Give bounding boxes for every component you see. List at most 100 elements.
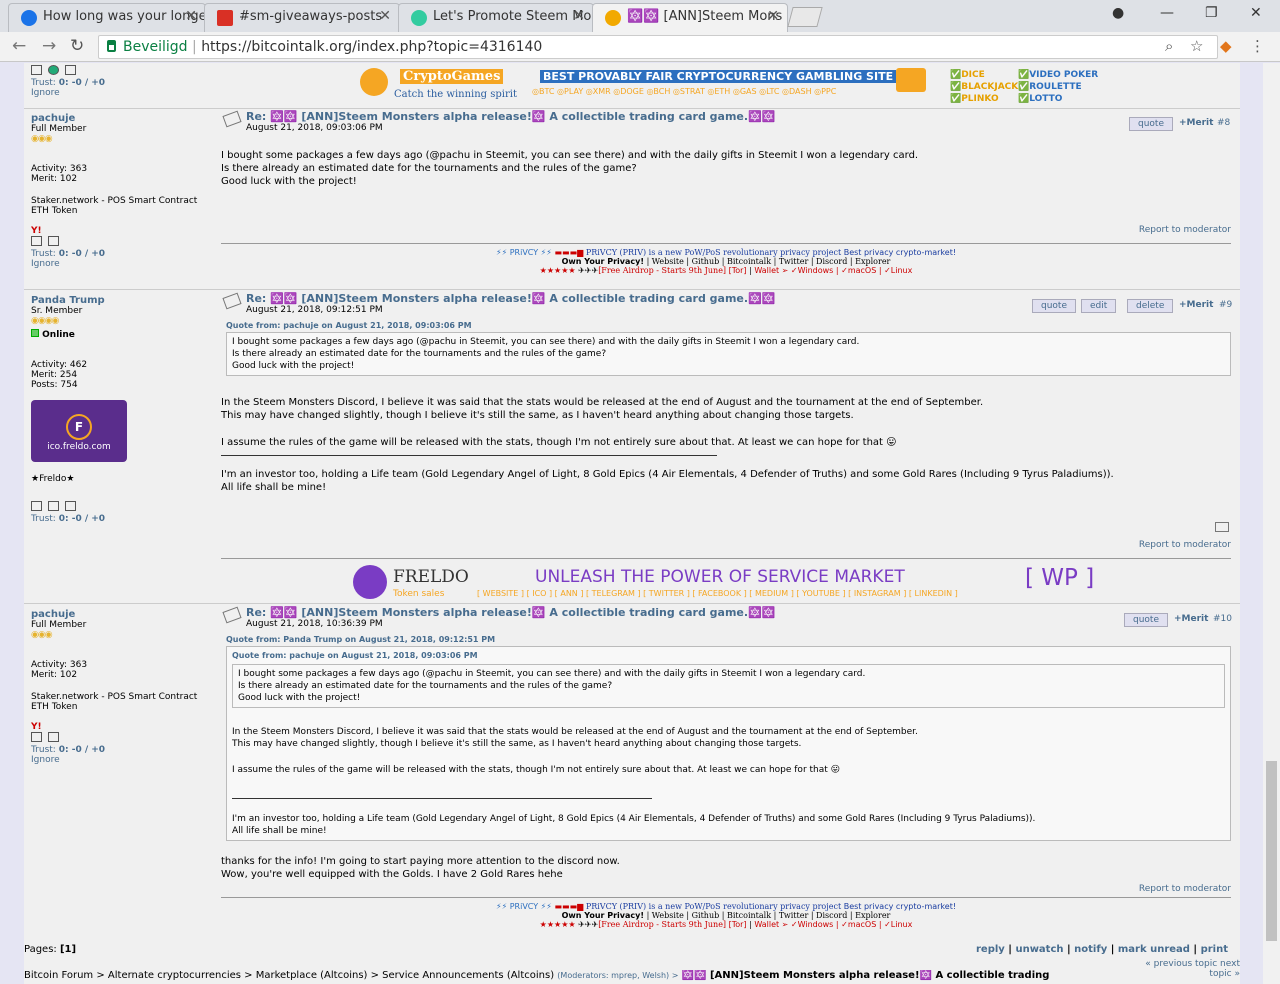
profile-icon[interactable] [31,732,42,742]
zoom-icon[interactable]: ⌕ [1165,37,1173,55]
tab-1[interactable]: How long was your longe ✕ [8,3,206,32]
breadcrumb-topic[interactable]: 🔯🔯 [ANN]Steem Monsters alpha release!🔯 A… [682,970,1050,981]
profile-icon[interactable] [31,501,42,511]
post-title[interactable]: Re: 🔯🔯 [ANN]Steem Monsters alpha release… [221,292,1231,305]
report-link[interactable]: Report to moderator [1139,225,1231,235]
ignore-link[interactable]: Ignore [31,88,216,98]
bookmark-star-icon[interactable]: ☆ [1190,37,1203,55]
message-icon[interactable] [48,236,59,246]
nested-quote-header[interactable]: Quote from: pachuje on August 21, 2018, … [232,650,1225,662]
scrollbar-thumb[interactable] [1266,761,1277,941]
tab-2[interactable]: #sm-giveaways-posts ✕ [204,3,400,32]
quote-header[interactable]: Quote from: pachuje on August 21, 2018, … [226,321,1231,330]
privcy-own: Own Your Privacy! [561,911,645,920]
quote-line: All life shall be mine! [232,826,327,836]
clover-logo-icon [360,68,388,96]
username[interactable]: pachuje [31,113,216,124]
cryptogames-banner[interactable]: CryptoGames Catch the winning spirit BES… [360,65,1098,105]
next-topic-link[interactable]: topic » [1128,969,1240,979]
message-icon[interactable] [65,65,76,75]
forward-icon[interactable]: → [42,36,56,56]
cryptogames-games-2: ✅VIDEO POKER ✅ROULETTE ✅LOTTO [1018,70,1099,104]
new-tab-button[interactable] [787,7,823,27]
metamask-icon[interactable]: ◆ [1220,37,1232,55]
tab-3[interactable]: Let's Promote Steem Mor ✕ [398,3,594,32]
edit-button[interactable]: edit [1081,299,1117,313]
merit-button[interactable]: +Merit [1174,614,1208,624]
report-icon[interactable] [1215,522,1229,532]
reply-link[interactable]: reply [976,944,1005,955]
post-number[interactable]: #9 [1219,300,1232,310]
post-text-line: This may have changed slightly, though I… [221,410,854,421]
privcy-wallet: Wallet ➢ ✓Windows | ✓macOS | ✓Linux [754,266,913,275]
merit-button[interactable]: +Merit [1179,118,1213,128]
close-icon[interactable]: ✕ [379,8,391,24]
user-rank: Sr. Member [31,306,83,316]
close-icon[interactable]: ✕ [573,8,585,24]
url-field[interactable]: Beveiligd | https://bitcointalk.org/inde… [98,35,1218,59]
post-text-line: Wow, you're well equipped with the Golds… [221,869,563,880]
ignore-link[interactable]: Ignore [31,259,216,269]
close-icon[interactable]: ✕ [185,8,197,24]
secure-label: Beveiligd [123,39,188,55]
report-link[interactable]: Report to moderator [1139,884,1231,894]
username[interactable]: pachuje [31,609,216,620]
quote-header[interactable]: Quote from: Panda Trump on August 21, 20… [226,635,1231,644]
poster-info-1: pachuje Full Member ◉◉◉ Activity: 363 Me… [31,113,216,269]
privcy-links: | Website | Github | Bitcointalk | Twitt… [646,257,891,266]
post-text-line: I'm an investor too, holding a Life team… [221,469,1114,480]
breadcrumb-path[interactable]: Bitcoin Forum > Alternate cryptocurrenci… [24,970,554,981]
menu-icon[interactable]: ⋮ [1250,37,1265,55]
unwatch-link[interactable]: unwatch [1015,944,1063,955]
mark-unread-link[interactable]: mark unread [1118,944,1190,955]
message-icon[interactable] [65,501,76,511]
username[interactable]: Panda Trump [31,295,216,306]
cryptogames-coins: ◎BTC ◎PLAY ◎XMR ◎DOGE ◎BCH ◎STRAT ◎ETH ◎… [532,87,837,96]
tab-label: Let's Promote Steem Mor [433,9,594,24]
yahoo-icon[interactable]: Y! [31,722,216,732]
quote-line: I assume the rules of the game will be r… [232,765,841,775]
close-icon[interactable]: ✕ [767,8,779,24]
quote-line: I bought some packages a few days ago (@… [238,669,866,679]
freldo-signature[interactable]: FRELDO Token sales UNLEASH THE POWER OF … [221,558,1231,602]
email-icon[interactable] [48,501,59,511]
report-link[interactable]: Report to moderator [1139,540,1231,550]
quote-button[interactable]: quote [1124,613,1168,627]
user-activity: Activity: 363 [31,164,88,174]
post-8: Re: 🔯🔯 [ANN]Steem Monsters alpha release… [221,110,1231,240]
minimize-icon[interactable]: — [1160,5,1174,21]
close-window-icon[interactable]: ✕ [1250,5,1262,21]
profile-icon[interactable] [31,65,42,75]
privcy-tag: Best privacy crypto-market! [843,248,957,257]
maximize-icon[interactable]: ❐ [1205,5,1218,21]
profile-icon[interactable] [31,236,42,246]
tab-4-active[interactable]: 🔯🔯 [ANN]Steem Mons ✕ [592,3,788,32]
print-link[interactable]: print [1201,944,1228,955]
delete-button[interactable]: delete [1127,299,1174,313]
scrollbar[interactable] [1263,63,1280,984]
profile-icon[interactable]: ● [1112,5,1124,21]
user-rank: Full Member [31,620,87,630]
moderators[interactable]: (Moderators: mprep, Welsh) > [557,971,678,980]
reload-icon[interactable]: ↻ [70,36,84,56]
ignore-link[interactable]: Ignore [31,755,216,765]
notify-link[interactable]: notify [1074,944,1107,955]
privcy-airdrop: [Free Airdrop - Starts 9th June] [598,920,727,929]
privcy-signature-1[interactable]: ⚡⚡ PRiVCY ⚡⚡ ▬▬▬▆ PRiVCY (PRIV) is a new… [221,243,1231,288]
post-number[interactable]: #8 [1217,118,1230,128]
rank-stars-icon: ◉◉◉◉ [31,316,59,326]
page-current[interactable]: [1] [60,944,76,955]
message-icon[interactable] [48,732,59,742]
merit-button[interactable]: +Merit [1179,300,1213,310]
website-icon[interactable] [48,65,59,75]
prev-next-topic-link[interactable]: « previous topic next [1128,959,1240,969]
post-title[interactable]: Re: 🔯🔯 [ANN]Steem Monsters alpha release… [221,606,1231,619]
back-icon[interactable]: ← [12,36,26,56]
quote-button[interactable]: quote [1032,299,1076,313]
yahoo-icon[interactable]: Y! [31,226,216,236]
post-title[interactable]: Re: 🔯🔯 [ANN]Steem Monsters alpha release… [221,110,1231,123]
post-number[interactable]: #10 [1213,614,1232,624]
privcy-signature-2[interactable]: ⚡⚡ PRiVCY ⚡⚡ ▬▬▬▆ PRiVCY (PRIV) is a new… [221,897,1231,941]
online-status: Online [42,330,75,340]
quote-button[interactable]: quote [1129,117,1173,131]
